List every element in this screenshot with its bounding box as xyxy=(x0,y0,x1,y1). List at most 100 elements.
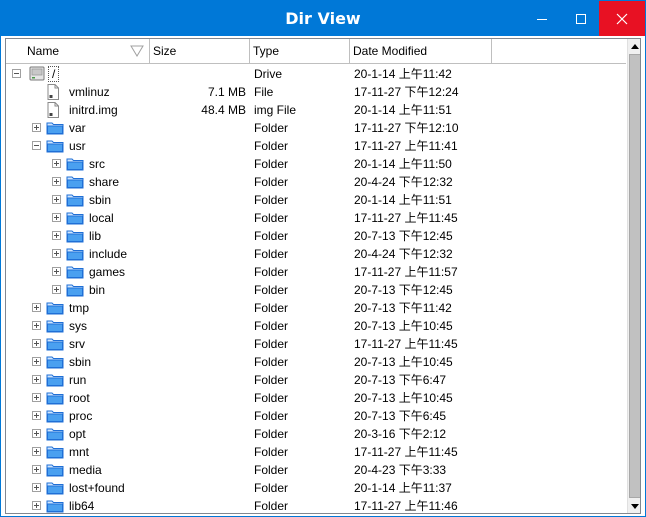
expand-icon[interactable] xyxy=(32,123,41,132)
tree-row[interactable]: bin Folder 20-7-13 下午12:45 xyxy=(6,281,626,299)
item-type: Folder xyxy=(254,157,289,171)
folder-icon xyxy=(46,119,64,137)
tree-row[interactable]: lost+found Folder 20-1-14 上午11:37 xyxy=(6,479,626,497)
arrow-down-icon xyxy=(631,503,639,509)
tree-row[interactable]: sbin Folder 20-1-14 上午11:51 xyxy=(6,191,626,209)
item-name: media xyxy=(69,463,102,477)
item-name: games xyxy=(89,265,126,279)
tree-row[interactable]: var Folder 17-11-27 下午12:10 xyxy=(6,119,626,137)
expand-icon[interactable] xyxy=(32,483,41,492)
tree-row[interactable]: opt Folder 20-3-16 下午2:12 xyxy=(6,425,626,443)
tree-row[interactable]: share Folder 20-4-24 下午12:32 xyxy=(6,173,626,191)
expand-icon[interactable] xyxy=(52,285,61,294)
file-icon xyxy=(46,101,60,119)
item-size xyxy=(150,119,246,137)
tree-row[interactable]: media Folder 20-4-23 下午3:33 xyxy=(6,461,626,479)
tree-row[interactable]: lib Folder 20-7-13 下午12:45 xyxy=(6,227,626,245)
folder-icon xyxy=(46,371,64,389)
tree-row[interactable]: proc Folder 20-7-13 下午6:45 xyxy=(6,407,626,425)
name-cell: sbin xyxy=(6,353,150,371)
arrow-up-icon xyxy=(631,43,639,49)
expand-icon[interactable] xyxy=(32,447,41,456)
tree-row[interactable]: / Drive 20-1-14 上午11:42 xyxy=(6,65,626,83)
item-size xyxy=(150,443,246,461)
tree-row[interactable]: vmlinuz 7.1 MB File 17-11-27 下午12:24 xyxy=(6,83,626,101)
tree-row[interactable]: usr Folder 17-11-27 上午11:41 xyxy=(6,137,626,155)
column-header-size[interactable]: Size xyxy=(150,39,250,63)
item-date-modified: 20-7-13 上午10:45 xyxy=(354,319,453,333)
item-name: sbin xyxy=(69,355,92,369)
tree-row[interactable]: include Folder 20-4-24 下午12:32 xyxy=(6,245,626,263)
tree-row[interactable]: sbin Folder 20-7-13 上午10:45 xyxy=(6,353,626,371)
expand-icon[interactable] xyxy=(32,411,41,420)
close-icon xyxy=(616,13,628,24)
folder-icon xyxy=(46,497,64,513)
tree-row[interactable]: mnt Folder 17-11-27 上午11:45 xyxy=(6,443,626,461)
tree-row[interactable]: root Folder 20-7-13 上午10:45 xyxy=(6,389,626,407)
item-size xyxy=(150,497,246,513)
scrollbar-thumb[interactable] xyxy=(629,54,640,498)
column-header-date-modified[interactable]: Date Modified xyxy=(350,39,492,63)
collapse-icon[interactable] xyxy=(32,141,41,150)
tree-row[interactable]: src Folder 20-1-14 上午11:50 xyxy=(6,155,626,173)
tree-row[interactable]: games Folder 17-11-27 上午11:57 xyxy=(6,263,626,281)
expand-icon[interactable] xyxy=(32,375,41,384)
expand-icon[interactable] xyxy=(32,393,41,402)
folder-icon xyxy=(46,335,64,353)
item-type: Folder xyxy=(254,247,289,261)
directory-tree-list[interactable]: Name Size Type Date Modified / Drive 20-1-… xyxy=(5,38,641,514)
expand-icon[interactable] xyxy=(32,429,41,438)
vertical-scrollbar[interactable] xyxy=(627,39,640,513)
item-type: Folder xyxy=(254,445,289,459)
drive-icon xyxy=(28,65,46,83)
expand-icon[interactable] xyxy=(32,303,41,312)
item-type: Folder xyxy=(254,337,289,351)
expand-icon[interactable] xyxy=(32,339,41,348)
column-header: Name Size Type Date Modified xyxy=(6,39,626,64)
expand-icon[interactable] xyxy=(52,159,61,168)
item-size xyxy=(150,137,246,155)
expand-icon[interactable] xyxy=(52,231,61,240)
tree-row[interactable]: initrd.img 48.4 MB img File 20-1-14 上午11:51 xyxy=(6,101,626,119)
expand-icon[interactable] xyxy=(32,357,41,366)
expand-icon[interactable] xyxy=(32,501,41,510)
title-bar[interactable]: Dir View xyxy=(1,1,645,36)
item-size xyxy=(150,227,246,245)
item-name: local xyxy=(89,211,114,225)
sort-descending-icon xyxy=(130,45,144,57)
column-header-type[interactable]: Type xyxy=(250,39,350,63)
name-cell: lib64 xyxy=(6,497,150,513)
tree-row[interactable]: local Folder 17-11-27 上午11:45 xyxy=(6,209,626,227)
expand-icon[interactable] xyxy=(52,177,61,186)
scroll-down-button[interactable] xyxy=(628,499,640,513)
expand-icon[interactable] xyxy=(52,249,61,258)
scroll-up-button[interactable] xyxy=(628,39,640,53)
item-name: var xyxy=(69,121,86,135)
item-size xyxy=(150,407,246,425)
tree-row[interactable]: run Folder 20-7-13 下午6:47 xyxy=(6,371,626,389)
tree-row[interactable]: sys Folder 20-7-13 上午10:45 xyxy=(6,317,626,335)
maximize-button[interactable] xyxy=(558,1,604,36)
tree-row[interactable]: tmp Folder 20-7-13 下午11:42 xyxy=(6,299,626,317)
item-type: Folder xyxy=(254,391,289,405)
collapse-icon[interactable] xyxy=(12,69,21,78)
item-name: bin xyxy=(89,283,106,297)
close-button[interactable] xyxy=(599,1,645,36)
expand-icon[interactable] xyxy=(32,321,41,330)
name-cell: bin xyxy=(6,281,150,299)
item-name: include xyxy=(89,247,128,261)
tree-row[interactable]: lib64 Folder 17-11-27 上午11:46 xyxy=(6,497,626,513)
name-cell: lib xyxy=(6,227,150,245)
item-name: vmlinuz xyxy=(69,85,110,99)
expand-icon[interactable] xyxy=(52,267,61,276)
item-type: Folder xyxy=(254,283,289,297)
expand-icon[interactable] xyxy=(52,213,61,222)
name-cell: var xyxy=(6,119,150,137)
column-header-name[interactable]: Name xyxy=(6,39,150,63)
name-cell: srv xyxy=(6,335,150,353)
tree-row[interactable]: srv Folder 17-11-27 上午11:45 xyxy=(6,335,626,353)
expand-icon[interactable] xyxy=(32,465,41,474)
expand-icon[interactable] xyxy=(52,195,61,204)
item-type: Folder xyxy=(254,193,289,207)
item-type: Folder xyxy=(254,175,289,189)
